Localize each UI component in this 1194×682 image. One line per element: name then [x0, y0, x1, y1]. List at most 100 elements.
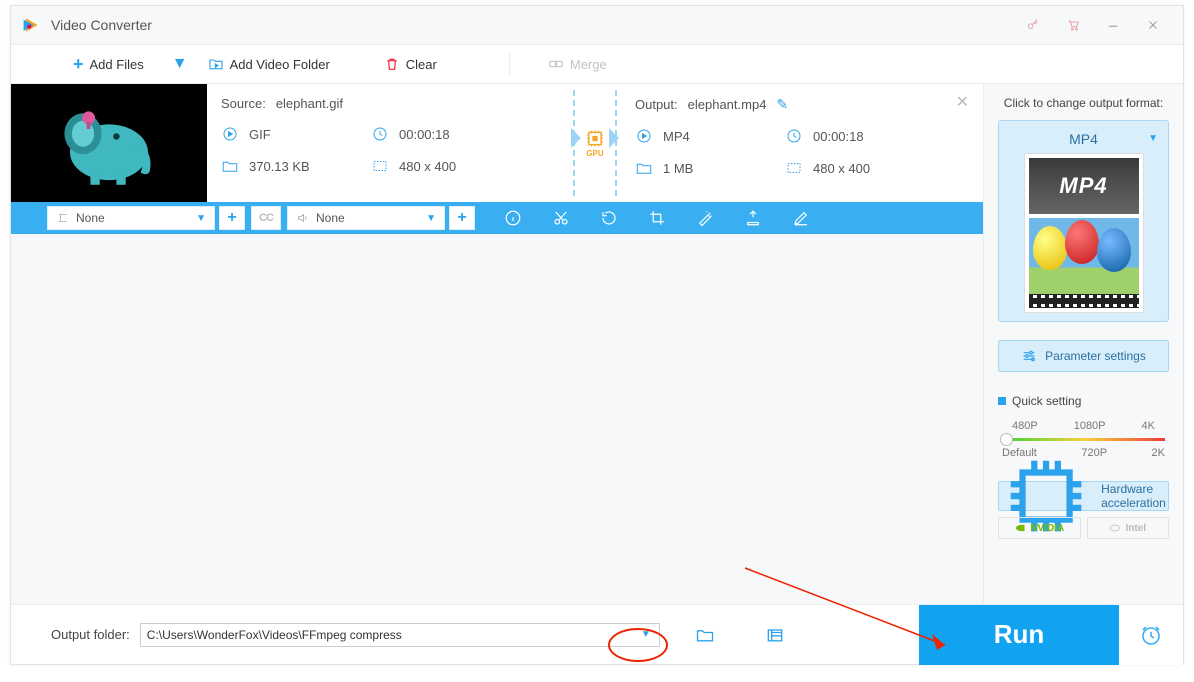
minimize-button[interactable] — [1093, 6, 1133, 44]
hw-label: Hardware acceleration — [1101, 482, 1168, 510]
folder-size-icon — [221, 157, 239, 175]
trash-icon — [384, 56, 400, 72]
quality-slider[interactable]: 480P 1080P 4K Default 720P 2K — [998, 420, 1169, 459]
gpu-chip-icon: GPU — [582, 128, 608, 158]
source-format: GIF — [249, 127, 271, 142]
edit-tool[interactable] — [777, 202, 825, 234]
resolution-icon — [785, 159, 803, 177]
file-thumbnail[interactable] — [11, 84, 207, 202]
folder-size-icon — [635, 159, 653, 177]
plus-icon: + — [73, 54, 84, 75]
hardware-acceleration-button[interactable]: Hardware acceleration — [998, 481, 1169, 511]
clock-icon — [371, 125, 389, 143]
format-icon — [635, 127, 653, 145]
effects-tool[interactable] — [681, 202, 729, 234]
schedule-button[interactable] — [1119, 605, 1183, 665]
add-audio-button[interactable]: + — [449, 206, 475, 230]
merge-label: Merge — [570, 57, 607, 72]
mp4-badge: MP4 — [1029, 158, 1139, 214]
conversion-divider: GPU — [569, 84, 621, 202]
cut-tool[interactable] — [537, 202, 585, 234]
parameter-settings-label: Parameter settings — [1045, 349, 1146, 363]
merge-icon — [548, 56, 564, 72]
output-folder-label: Output folder: — [51, 627, 130, 642]
source-duration: 00:00:18 — [399, 127, 450, 142]
intel-badge[interactable]: Intel — [1087, 517, 1170, 539]
add-files-button[interactable]: + Add Files — [61, 44, 156, 84]
source-filename: elephant.gif — [276, 96, 343, 111]
source-info: Source: elephant.gif GIF 00:00:18 370.13… — [207, 84, 569, 202]
output-format: MP4 — [663, 129, 690, 144]
remove-file-button[interactable]: ✕ — [956, 92, 969, 112]
chevron-down-icon: ▼ — [396, 213, 436, 224]
bottom-bar: Output folder: C:\Users\WonderFox\Videos… — [11, 604, 1183, 664]
edit-output-name-icon[interactable]: ✎ — [776, 96, 788, 113]
subtitle-select[interactable]: None ▼ — [47, 206, 215, 230]
tick-480p: 480P — [1012, 420, 1038, 432]
merge-button[interactable]: Merge — [536, 44, 619, 84]
output-folder-path: C:\Users\WonderFox\Videos\FFmpeg compres… — [147, 628, 402, 642]
gpu-label: GPU — [586, 149, 603, 158]
source-resolution: 480 x 400 — [399, 159, 456, 174]
add-folder-button[interactable]: Add Video Folder — [196, 44, 342, 84]
add-files-dropdown[interactable]: ▼ — [172, 55, 188, 73]
cc-button[interactable]: CC — [251, 206, 281, 230]
titlebar: Video Converter — [11, 6, 1183, 44]
format-thumb: MP4 — [1024, 153, 1144, 313]
format-icon — [221, 125, 239, 143]
output-format-selector[interactable]: MP4 ▼ MP4 — [998, 120, 1169, 322]
watermark-tool[interactable] — [729, 202, 777, 234]
tick-1080p: 1080P — [1074, 420, 1106, 432]
app-title: Video Converter — [51, 17, 1013, 33]
audio-value: None — [316, 211, 345, 225]
output-size: 1 MB — [663, 161, 693, 176]
toolbar-separator — [509, 53, 510, 75]
clock-icon — [785, 127, 803, 145]
file-row: Source: elephant.gif GIF 00:00:18 370.13… — [11, 84, 983, 234]
register-icon[interactable] — [1013, 6, 1053, 44]
output-resolution: 480 x 400 — [813, 161, 870, 176]
nvidia-badge[interactable]: NVIDIA — [998, 517, 1081, 539]
browse-folder-button[interactable] — [680, 605, 730, 665]
slider-thumb[interactable] — [1000, 433, 1013, 446]
output-duration: 00:00:18 — [813, 129, 864, 144]
tick-default: Default — [1002, 447, 1037, 459]
output-filename: elephant.mp4 — [688, 97, 767, 112]
output-folder-input[interactable]: C:\Users\WonderFox\Videos\FFmpeg compres… — [140, 623, 660, 647]
output-info: Output: elephant.mp4 ✎ MP4 00:00:18 1 MB… — [621, 84, 983, 202]
chevron-down-icon: ▼ — [1148, 133, 1158, 144]
chevron-down-icon: ▼ — [166, 213, 206, 224]
speaker-icon — [296, 211, 310, 225]
parameter-settings-button[interactable]: Parameter settings — [998, 340, 1169, 372]
clear-button[interactable]: Clear — [372, 44, 449, 84]
cart-icon[interactable] — [1053, 6, 1093, 44]
output-format-title: Click to change output format: — [998, 96, 1169, 110]
file-list: Source: elephant.gif GIF 00:00:18 370.13… — [11, 84, 983, 604]
source-label: Source: — [221, 96, 266, 111]
open-output-folder-button[interactable] — [750, 605, 800, 665]
toolbar: + Add Files ▼ Add Video Folder Clear Mer… — [11, 44, 1183, 84]
run-button[interactable]: Run — [919, 605, 1119, 665]
chevron-down-icon[interactable]: ▼ — [641, 629, 651, 640]
close-button[interactable] — [1133, 6, 1173, 44]
app-logo-icon — [21, 15, 41, 35]
resolution-icon — [371, 157, 389, 175]
subtitle-value: None — [76, 211, 105, 225]
tick-4k: 4K — [1142, 420, 1155, 432]
tick-720p: 720P — [1081, 447, 1107, 459]
right-panel: Click to change output format: MP4 ▼ MP4… — [983, 84, 1183, 604]
clear-label: Clear — [406, 57, 437, 72]
crop-tool[interactable] — [633, 202, 681, 234]
quick-setting-title: Quick setting — [998, 394, 1169, 408]
info-tool[interactable] — [489, 202, 537, 234]
add-folder-label: Add Video Folder — [230, 57, 330, 72]
add-subtitle-button[interactable]: + — [219, 206, 245, 230]
subtitle-icon — [56, 211, 70, 225]
elephant-icon — [44, 88, 174, 198]
file-edit-strip: None ▼ + CC None ▼ + — [11, 202, 983, 234]
output-label: Output: — [635, 97, 678, 112]
audio-track-select[interactable]: None ▼ — [287, 206, 445, 230]
add-files-label: Add Files — [90, 57, 144, 72]
rotate-tool[interactable] — [585, 202, 633, 234]
source-size: 370.13 KB — [249, 159, 310, 174]
